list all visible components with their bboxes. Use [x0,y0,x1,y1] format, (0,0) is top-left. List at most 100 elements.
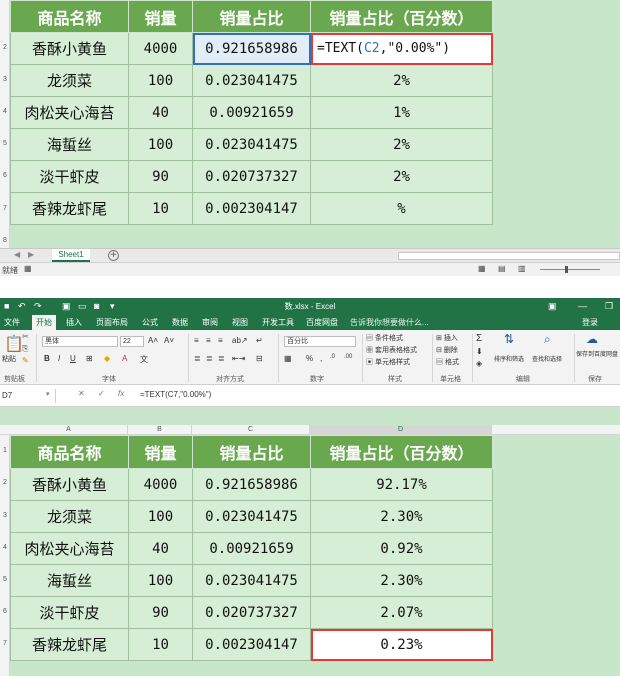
cell-pct[interactable]: 2.30% [310,564,493,597]
row-number[interactable]: 7 [0,640,10,647]
tab-data[interactable]: 数据 [172,317,188,328]
cell-pct[interactable]: 92.17% [310,468,493,501]
paste-icon[interactable]: 📋 [4,334,24,354]
tab-sheet1[interactable]: Sheet1 [52,249,90,262]
cell-name[interactable]: 肉松夹心海苔 [10,96,129,129]
cell-pct[interactable]: 2.30% [310,500,493,533]
cell-name[interactable]: 淡干虾皮 [10,160,129,193]
cell-name[interactable]: 龙须菜 [10,500,129,533]
cell-pct[interactable]: 2% [310,64,493,97]
cell-name[interactable]: 海蜇丝 [10,128,129,161]
cell-pct-selected[interactable]: 0.23% [310,628,493,661]
format-as-table-button[interactable]: ▦ 套用表格格式 [366,345,417,355]
find-select-icon[interactable]: ⌕ [544,332,551,347]
cell-ratio[interactable]: 0.023041475 [192,564,311,597]
minimize-icon[interactable]: — [578,301,587,311]
phonetic-icon[interactable]: 文 [140,354,148,365]
header-cell[interactable]: 销量占比（百分数） [310,0,493,33]
add-sheet-icon[interactable]: + [108,250,119,261]
format-painter-icon[interactable]: ✎ [22,356,29,365]
row-number[interactable]: 3 [0,76,10,83]
cell-name[interactable]: 肉松夹心海苔 [10,532,129,565]
tab-file[interactable]: 文件 [4,317,20,328]
fill-color-icon[interactable]: ◆ [104,354,110,363]
tab-formulas[interactable]: 公式 [142,317,158,328]
cell-ratio[interactable]: 0.020737327 [192,160,311,193]
cell-formula-editing[interactable]: =TEXT(C2,"0.00%") [310,32,493,65]
tab-prev-icon[interactable]: ◀ [14,250,20,259]
italic-button[interactable]: I [58,354,60,363]
cell-ratio[interactable]: 0.921658986 [192,468,311,501]
align-bottom-icon[interactable]: ≡ [218,336,223,345]
cell-pct[interactable]: 2.07% [310,596,493,629]
shrink-font-icon[interactable]: A˅ [164,336,174,345]
cell-name[interactable]: 龙须菜 [10,64,129,97]
cell-ratio[interactable]: 0.002304147 [192,192,311,225]
row-number[interactable]: 7 [0,205,10,212]
cell-ratio[interactable]: 0.00921659 [192,96,311,129]
zoom-slider[interactable] [540,269,600,270]
cell-ratio[interactable]: 0.023041475 [192,500,311,533]
row-number[interactable]: 6 [0,608,10,615]
normal-view-icon[interactable]: ▦ [478,264,486,273]
cell-ratio[interactable]: 0.023041475 [192,64,311,97]
cell-qty[interactable]: 90 [128,596,193,629]
baidu-cloud-icon[interactable]: ☁ [586,332,598,346]
cell-styles-button[interactable]: ▣ 单元格样式 [366,357,410,367]
underline-button[interactable]: U [70,354,76,363]
decrease-decimal-icon[interactable]: .00 [344,354,352,360]
indent-icon[interactable]: ⇤⇥ [232,354,245,363]
cell-qty[interactable]: 10 [128,192,193,225]
row-number[interactable]: 1 [0,447,10,454]
login-link[interactable]: 登录 [582,317,598,328]
orientation-icon[interactable]: ab↗ [232,336,248,345]
copy-icon[interactable]: ⎘ [22,344,28,354]
tab-review[interactable]: 审阅 [202,317,218,328]
cell-ratio[interactable]: 0.023041475 [192,128,311,161]
comma-style-icon[interactable]: , [320,354,322,363]
header-cell[interactable]: 商品名称 [10,0,129,33]
cell-ratio[interactable]: 0.002304147 [192,628,311,661]
align-right-icon[interactable]: ≣ [218,354,225,363]
row-number[interactable]: 8 [0,237,10,244]
cell-name[interactable]: 淡干虾皮 [10,596,129,629]
row-number[interactable]: 5 [0,140,10,147]
column-header-c[interactable]: C [192,425,310,435]
cell-qty[interactable]: 4000 [128,468,193,501]
cell-qty[interactable]: 10 [128,628,193,661]
cell-qty[interactable]: 4000 [128,32,193,65]
cell-pct[interactable]: 1% [310,96,493,129]
insert-cells-button[interactable]: ⊞ 插入 [436,333,458,343]
tab-insert[interactable]: 插入 [66,317,82,328]
formula-input[interactable]: =TEXT(C7,"0.00%") [140,390,211,399]
increase-decimal-icon[interactable]: .0 [330,354,335,360]
save-to-baidu-button[interactable]: 保存到百度网盘 [576,352,620,359]
ribbon-display-icon[interactable]: ▣ [548,301,557,312]
tell-me-search[interactable]: 告诉我你想要做什么... [350,317,429,328]
column-header-b[interactable]: B [128,425,192,435]
cell-pct[interactable]: % [310,192,493,225]
confirm-entry-icon[interactable]: ✓ [98,389,105,398]
delete-cells-button[interactable]: ⊟ 删除 [436,345,458,355]
currency-icon[interactable]: ▦ [284,354,292,363]
cell-pct[interactable]: 0.92% [310,532,493,565]
sort-filter-icon[interactable]: ⇅ [504,332,514,346]
cell-qty[interactable]: 90 [128,160,193,193]
horizontal-scrollbar[interactable] [398,252,620,260]
row-number[interactable]: 4 [0,108,10,115]
find-select-button[interactable]: 查找和选择 [532,354,562,363]
header-cell[interactable]: 销量 [128,435,193,469]
zoom-knob[interactable] [565,266,568,273]
percent-style-icon[interactable]: % [306,354,313,363]
sort-filter-button[interactable]: 排序和筛选 [494,354,524,363]
header-cell[interactable]: 销量占比 [192,435,311,469]
clear-icon[interactable]: ◈ [476,359,482,368]
cell-name[interactable]: 香酥小黄鱼 [10,468,129,501]
cell-name[interactable]: 香辣龙虾尾 [10,628,129,661]
wrap-text-icon[interactable]: ↵ [256,336,263,345]
row-number[interactable]: 5 [0,576,10,583]
tab-baidu[interactable]: 百度网盘 [306,317,338,328]
font-size-select[interactable]: 22 [120,336,144,347]
cell-name[interactable]: 海蜇丝 [10,564,129,597]
column-header-a[interactable]: A [10,425,128,435]
